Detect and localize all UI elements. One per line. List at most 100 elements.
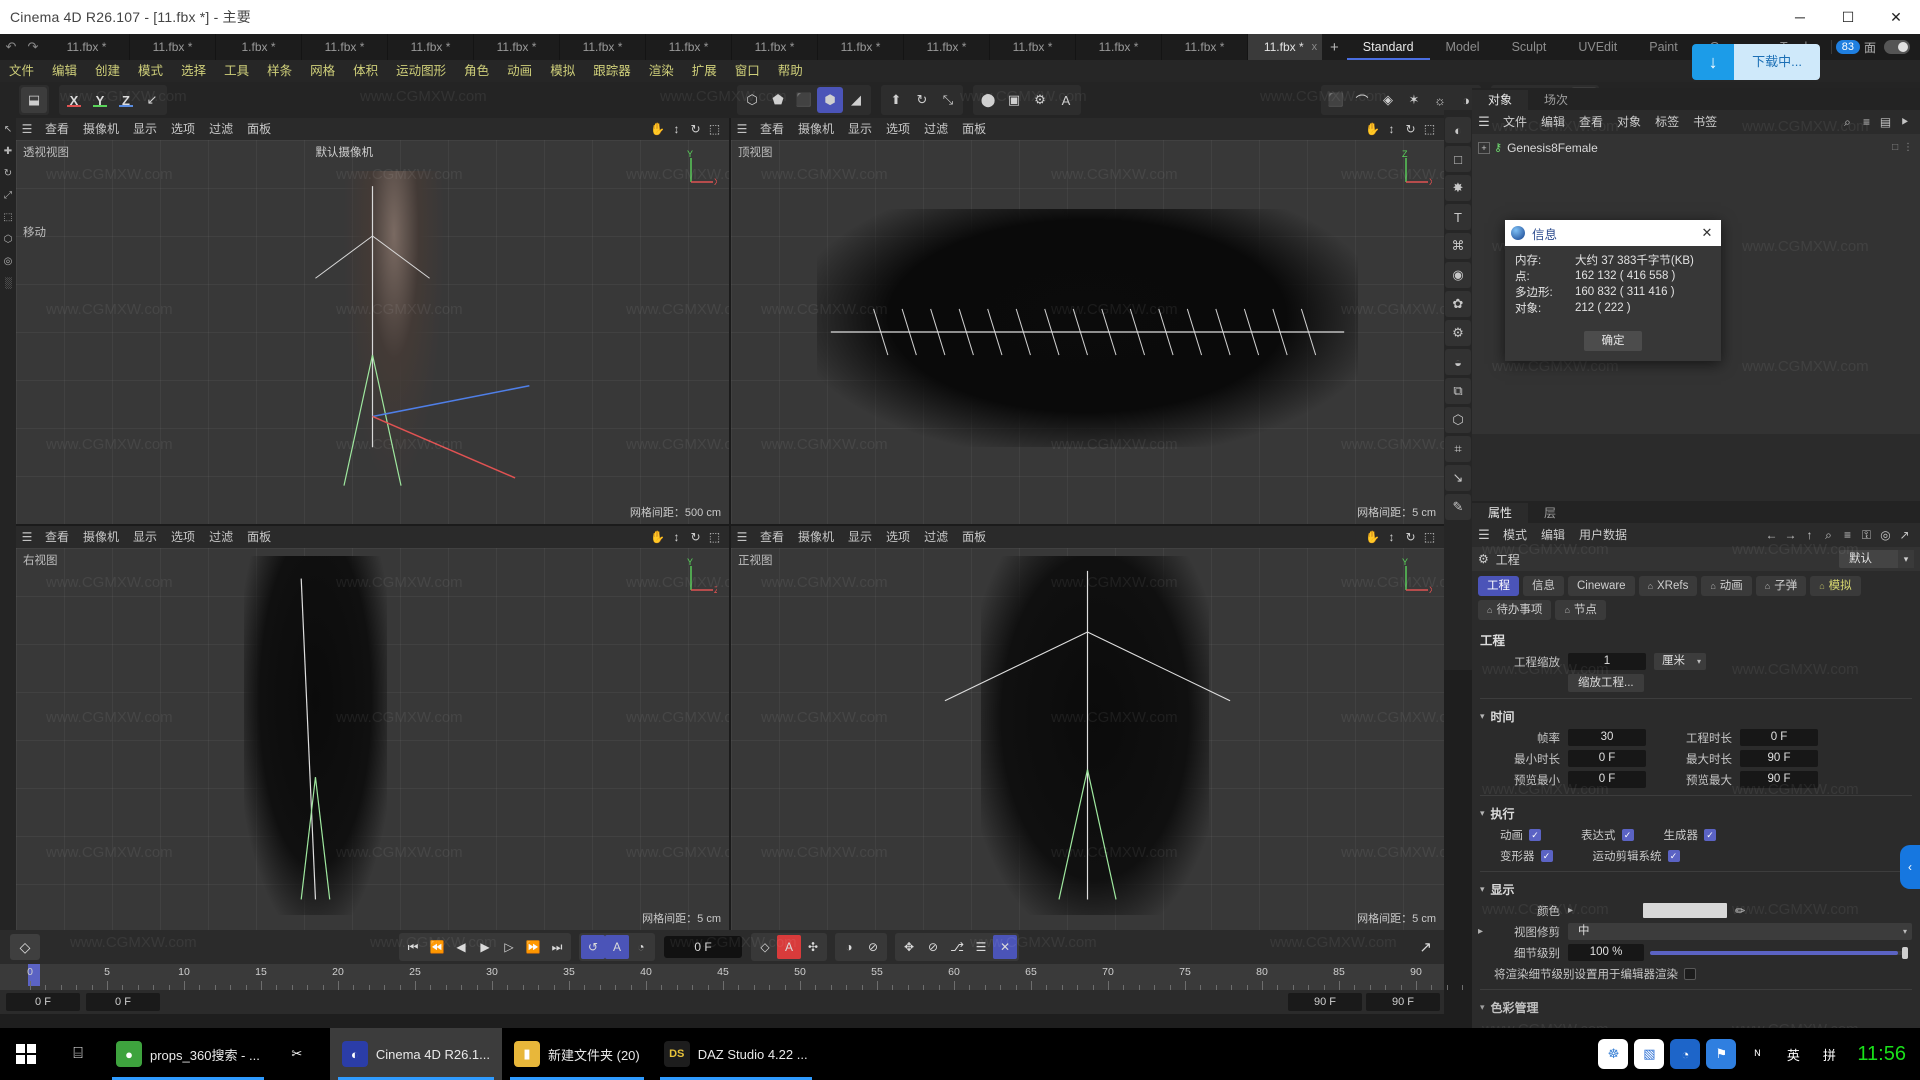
step-forward[interactable]: ▷ (497, 935, 521, 959)
viewport-menu-显示[interactable]: 显示 (841, 118, 879, 140)
point-mode[interactable]: ⬡ (739, 87, 765, 113)
attr-icon-⌕[interactable]: ⌕ (1819, 528, 1838, 543)
next-key[interactable]: ⏩ (521, 935, 545, 959)
taskbar-clock[interactable]: 11:56 (1857, 1043, 1906, 1066)
menu-item-编辑[interactable]: 编辑 (43, 60, 86, 82)
attr-icon-⚿[interactable]: ⚿ (1857, 528, 1876, 543)
autokeying[interactable]: A (777, 935, 801, 959)
position-key[interactable]: ◑ (837, 935, 861, 959)
document-tab[interactable]: 11.fbx * (904, 34, 990, 60)
scale-tool[interactable]: ⤡ (935, 87, 961, 113)
redo-icon[interactable]: ↷ (22, 34, 44, 60)
viewport-menu-选项[interactable]: 选项 (164, 118, 202, 140)
menu-item-网格[interactable]: 网格 (301, 60, 344, 82)
viewport-nav-↕[interactable]: ↕ (667, 530, 686, 544)
layout-tab-sculpt[interactable]: Sculpt (1496, 34, 1563, 60)
menu-item-体积[interactable]: 体积 (344, 60, 387, 82)
close-icon[interactable]: x (1312, 41, 1318, 53)
preview-end-field[interactable]: 90 F (1288, 993, 1362, 1011)
record-active-objects[interactable]: ◇ (753, 935, 777, 959)
viewport-menu-摄像机[interactable]: 摄像机 (791, 526, 841, 548)
attr-menu-模式[interactable]: 模式 (1496, 523, 1534, 547)
folder-tray[interactable]: ▧ (1634, 1039, 1665, 1069)
xpresso-rail[interactable]: ↘ (1445, 465, 1471, 491)
viewport-menu-icon[interactable]: ☰ (731, 530, 753, 544)
viewport-menu-摄像机[interactable]: 摄像机 (76, 526, 126, 548)
left-tool-7[interactable]: ░ (0, 272, 16, 294)
document-tab[interactable]: 11.fbx * (990, 34, 1076, 60)
exec1-checkbox-0[interactable]: ✓ (1529, 828, 1541, 841)
exec1-checkbox-1[interactable]: ✓ (1621, 828, 1634, 841)
eyedropper-icon[interactable]: ✏ (1735, 904, 1745, 918)
viewport-menu-过滤[interactable]: 过滤 (917, 118, 955, 140)
ime-pinyin[interactable]: 拼 (1814, 1039, 1844, 1069)
viewport-right[interactable]: ☰查看摄像机显示选项过滤面板✋↕↻⬚右视图网格间距：5 cmYZwww.CGMX… (16, 526, 729, 930)
step-back[interactable]: ◀ (449, 935, 473, 959)
viewport-canvas-right[interactable]: 右视图网格间距：5 cmYZwww.CGMXW.comwww.CGMXW.com… (16, 548, 729, 930)
generator[interactable]: ◈ (1375, 87, 1401, 113)
attr-chip-XRefs[interactable]: ⌂ XRefs (1638, 576, 1698, 596)
download-toast[interactable]: ↓ 下载中... (1692, 44, 1820, 80)
om-hamburger-icon[interactable]: ☰ (1472, 114, 1496, 130)
viewport-menu-面板[interactable]: 面板 (955, 118, 993, 140)
om-icon-≡[interactable]: ≡ (1857, 115, 1876, 130)
om-menu-书签[interactable]: 书签 (1686, 110, 1724, 134)
viewport-menu-选项[interactable]: 选项 (879, 118, 917, 140)
om-menu-编辑[interactable]: 编辑 (1534, 110, 1572, 134)
document-tab[interactable]: 11.fbx * (388, 34, 474, 60)
menu-item-工具[interactable]: 工具 (215, 60, 258, 82)
attr-icon-↗[interactable]: ↗ (1895, 528, 1914, 543)
viewport-nav-↕[interactable]: ↕ (1382, 530, 1401, 544)
minimize-button[interactable]: ─ (1776, 0, 1824, 34)
lod-input[interactable]: 100 % (1568, 944, 1644, 961)
object-row[interactable]: + ⚷ Genesis8Female □ ⋮ (1478, 138, 1914, 157)
ime-language[interactable]: 英 (1778, 1039, 1808, 1069)
time-input-a-2[interactable]: 0 F (1568, 771, 1646, 788)
om-icon-⯈[interactable]: ⯈ (1895, 115, 1914, 130)
texture-mode[interactable]: ◢ (843, 87, 869, 113)
viewport-menu-查看[interactable]: 查看 (38, 526, 76, 548)
preview-start-field[interactable]: 0 F (86, 993, 160, 1011)
viewport-nav-↻[interactable]: ↻ (686, 530, 705, 544)
expander-icon[interactable]: + (1478, 141, 1490, 154)
display-group-header[interactable]: ▾ 显示 (1472, 877, 1920, 900)
material-rail[interactable]: ◉ (1445, 262, 1471, 288)
current-frame-field[interactable]: 0 F (664, 936, 742, 958)
om-tab-对象[interactable]: 对象 (1472, 90, 1529, 110)
attr-chip-Cineware[interactable]: Cineware (1568, 576, 1635, 596)
viewport-menu-选项[interactable]: 选项 (164, 526, 202, 548)
viewport-menu-显示[interactable]: 显示 (841, 526, 879, 548)
taskbar-item-4[interactable]: DS DAZ Studio 4.22 ... (652, 1028, 820, 1080)
volume-icon[interactable]: ᴺ (1742, 1039, 1772, 1069)
viewport-menu-查看[interactable]: 查看 (38, 118, 76, 140)
viewport-canvas-perspective[interactable]: 透视视图移动默认摄像机网格间距：500 cmYXwww.CGMXW.comwww… (16, 140, 729, 524)
object-tags[interactable]: □ ⋮ (1892, 142, 1914, 153)
viewport-nav-⬚[interactable]: ⬚ (705, 122, 724, 136)
document-tab[interactable]: 11.fbx * (560, 34, 646, 60)
viewport-clip-select[interactable]: 中 (1568, 923, 1912, 940)
add-layout-icon[interactable]: + (1322, 39, 1347, 56)
spline-pen[interactable]: ⌒ (1349, 87, 1375, 113)
viewport-menu-面板[interactable]: 面板 (955, 526, 993, 548)
viewport-top[interactable]: ☰查看摄像机显示选项过滤面板✋↕↻⬚顶视图网格间距：5 cmZXwww.CGMX… (731, 118, 1444, 524)
undo-icon[interactable]: ↶ (0, 34, 22, 60)
close-icon[interactable]: ✕ (1699, 225, 1715, 241)
viewport-menu-查看[interactable]: 查看 (753, 118, 791, 140)
keyframe-indicator[interactable]: ◇ (10, 934, 40, 960)
axis-x[interactable]: X (61, 87, 87, 113)
undo-redo-box[interactable]: ⬓ (21, 87, 47, 113)
viewport-nav-↻[interactable]: ↻ (686, 122, 705, 136)
nodes-rail[interactable]: ⌘ (1445, 233, 1471, 259)
menu-item-跟踪器[interactable]: 跟踪器 (584, 60, 640, 82)
layer-rail[interactable]: ⧉ (1445, 378, 1471, 404)
viewport-menu-过滤[interactable]: 过滤 (202, 118, 240, 140)
loop-playback[interactable]: ↺ (581, 935, 605, 959)
chevron-right-icon-clip[interactable]: ▸ (1478, 926, 1483, 937)
viewport-menu-icon[interactable]: ☰ (16, 530, 38, 544)
attr-icon-≡[interactable]: ≡ (1838, 528, 1857, 543)
project-unit-select[interactable]: 厘米 (1654, 653, 1706, 670)
viewport-nav-⬚[interactable]: ⬚ (1420, 530, 1439, 544)
move-tool[interactable]: ⬆ (883, 87, 909, 113)
viewport-front[interactable]: ☰查看摄像机显示选项过滤面板✋↕↻⬚正视图网格间距：5 cmYXwww.CGMX… (731, 526, 1444, 930)
timeline-ruler[interactable]: 0 5 10 15 20 25 30 35 40 45 50 55 60 65 70 75 80 85 90 (0, 964, 1479, 990)
